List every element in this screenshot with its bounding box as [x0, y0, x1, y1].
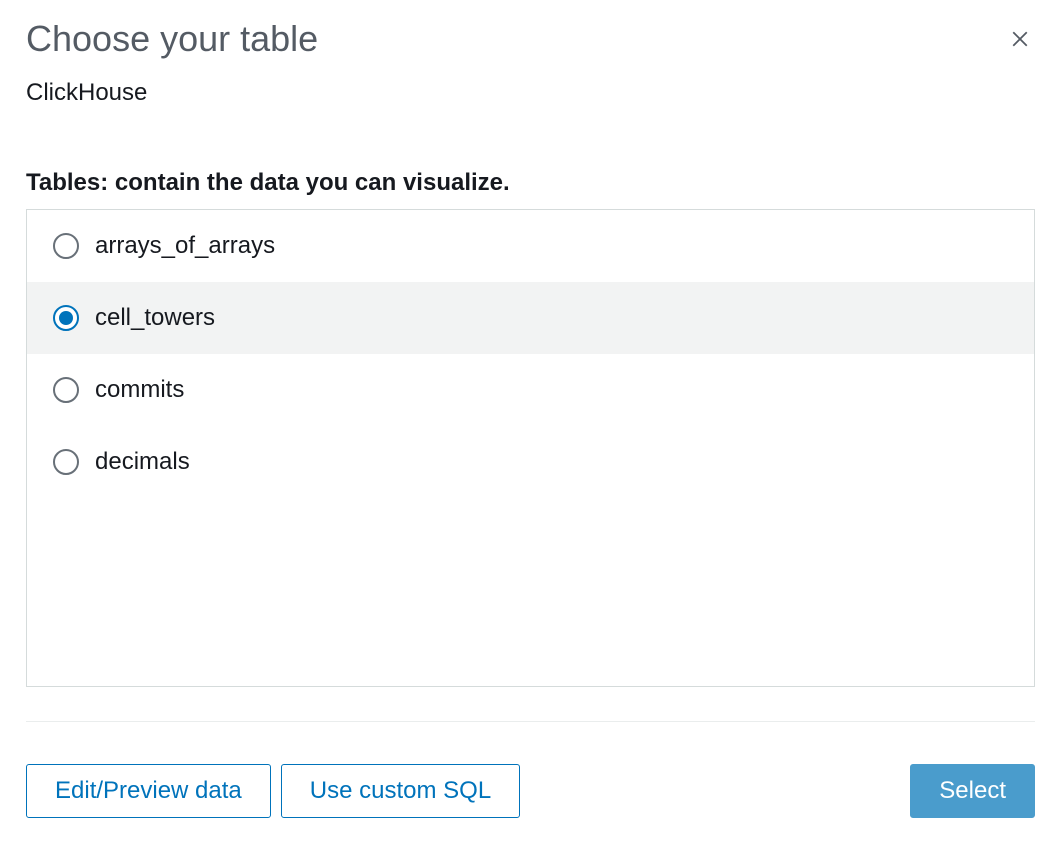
footer-divider	[26, 721, 1035, 722]
select-button[interactable]: Select	[910, 764, 1035, 818]
table-item-arrays_of_arrays[interactable]: arrays_of_arrays	[27, 210, 1034, 282]
close-icon	[1011, 30, 1029, 51]
table-item-cell_towers[interactable]: cell_towers	[27, 282, 1034, 354]
close-button[interactable]	[1005, 24, 1035, 57]
tables-description: Tables: contain the data you can visuali…	[26, 169, 1035, 197]
dialog-title: Choose your table	[26, 16, 318, 63]
dialog-header: Choose your table	[26, 16, 1035, 63]
edit-preview-data-button[interactable]: Edit/Preview data	[26, 764, 271, 818]
table-item-label: arrays_of_arrays	[95, 232, 275, 260]
use-custom-sql-button[interactable]: Use custom SQL	[281, 764, 520, 818]
radio-icon	[53, 377, 79, 403]
radio-icon	[53, 449, 79, 475]
dialog-footer: Edit/Preview data Use custom SQL Select	[26, 764, 1035, 818]
table-item-label: decimals	[95, 448, 190, 476]
datasource-name: ClickHouse	[26, 79, 1035, 107]
tables-list: arrays_of_arrays cell_towers commits dec…	[26, 209, 1035, 687]
radio-icon	[53, 233, 79, 259]
table-item-decimals[interactable]: decimals	[27, 426, 1034, 498]
table-item-label: commits	[95, 376, 184, 404]
table-item-commits[interactable]: commits	[27, 354, 1034, 426]
radio-icon	[53, 305, 79, 331]
choose-table-dialog: Choose your table ClickHouse Tables: con…	[0, 0, 1061, 845]
table-item-label: cell_towers	[95, 304, 215, 332]
